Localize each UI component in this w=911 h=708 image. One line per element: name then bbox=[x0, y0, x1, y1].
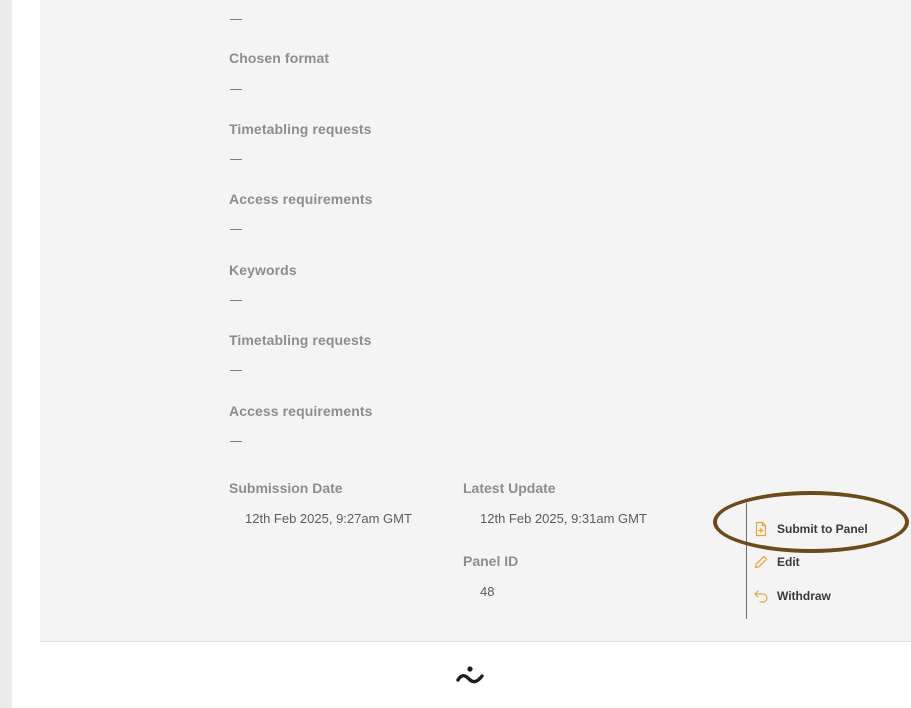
field-label-timetabling-requests: Timetabling requests bbox=[229, 332, 372, 348]
field-empty-value-dash bbox=[230, 89, 242, 90]
panel-divider bbox=[40, 641, 911, 642]
brand-logo-icon bbox=[455, 664, 485, 688]
submit-to-panel-button[interactable]: Submit to Panel bbox=[753, 520, 868, 538]
field-label-keywords: Keywords bbox=[229, 262, 297, 278]
submission-date-value: 12th Feb 2025, 9:27am GMT bbox=[245, 511, 412, 526]
panel-id-label: Panel ID bbox=[463, 553, 519, 569]
field-label-chosen-format: Chosen format bbox=[229, 50, 330, 66]
field-empty-value-dash bbox=[230, 370, 242, 371]
withdraw-button[interactable]: Withdraw bbox=[753, 587, 831, 605]
pencil-icon bbox=[753, 554, 769, 570]
withdraw-label: Withdraw bbox=[777, 589, 831, 603]
panel-id-value: 48 bbox=[480, 584, 495, 599]
field-empty-value-dash bbox=[230, 159, 242, 160]
field-label-timetabling-requests: Timetabling requests bbox=[229, 121, 372, 137]
field-empty-value-dash bbox=[230, 19, 242, 20]
actions-divider bbox=[746, 503, 747, 619]
document-plus-icon bbox=[753, 521, 769, 537]
submission-details-panel bbox=[40, 0, 911, 641]
field-empty-value-dash bbox=[230, 441, 242, 442]
edit-label: Edit bbox=[777, 555, 800, 569]
latest-update-value: 12th Feb 2025, 9:31am GMT bbox=[480, 511, 647, 526]
submit-to-panel-label: Submit to Panel bbox=[777, 522, 868, 536]
field-empty-value-dash bbox=[230, 229, 242, 230]
left-scroll-gutter bbox=[0, 0, 12, 708]
undo-arrow-icon bbox=[753, 588, 769, 604]
submission-date-label: Submission Date bbox=[229, 480, 343, 496]
field-label-access-requirements: Access requirements bbox=[229, 403, 373, 419]
field-empty-value-dash bbox=[230, 300, 242, 301]
field-label-access-requirements: Access requirements bbox=[229, 191, 373, 207]
edit-button[interactable]: Edit bbox=[753, 553, 800, 571]
latest-update-label: Latest Update bbox=[463, 480, 556, 496]
